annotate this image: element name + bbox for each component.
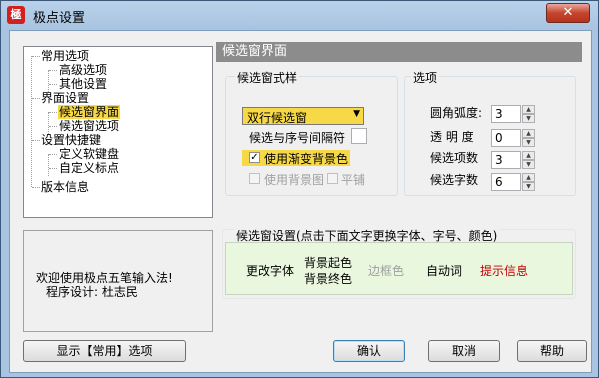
opacity-label: 透 明 度 [430, 130, 474, 144]
candcount-value[interactable]: 3 [491, 151, 521, 169]
tree-connector [31, 56, 32, 187]
tree-connector [49, 154, 57, 155]
help-button[interactable]: 帮助 [517, 340, 587, 362]
separator-input[interactable] [351, 128, 367, 144]
tree-item-common[interactable]: 常用选项 [41, 49, 89, 63]
spin-down-icon[interactable]: ▼ [522, 160, 535, 169]
tree-connector [32, 98, 40, 99]
border-color-link[interactable]: 边框色 [368, 262, 404, 279]
tree-connector [48, 70, 49, 92]
separator-label: 候选与序号间隔符 [249, 131, 346, 145]
bg-start-link[interactable]: 背景起色 [304, 254, 352, 271]
cancel-button[interactable]: 取消 [428, 340, 500, 362]
charcount-value[interactable]: 6 [491, 173, 521, 191]
settings-tree: 常用选项 高级选项 其他设置 界面设置 候选窗界面 候选窗选项 设置快捷键 定义… [23, 46, 213, 218]
spinner-buttons[interactable]: ▲ ▼ [522, 173, 535, 191]
spin-up-icon[interactable]: ▲ [522, 173, 535, 182]
title-bar[interactable]: 極 极点设置 ✕ [1, 1, 598, 29]
corner-label: 圆角弧度: [430, 106, 483, 120]
tree-connector [48, 112, 49, 134]
spinner-buttons[interactable]: ▲ ▼ [522, 129, 535, 147]
tree-item-softkeyboard[interactable]: 定义软键盘 [59, 147, 119, 161]
settings-window: 極 极点设置 ✕ 常用选项 高级选项 其他设置 界面设置 候选窗界面 候选窗选项… [0, 0, 599, 378]
bgimage-checkbox[interactable] [249, 173, 260, 184]
tree-item-candidate-window[interactable]: 候选窗界面 [58, 105, 121, 119]
style-group-label: 候选窗式样 [235, 69, 300, 86]
tree-connector [32, 187, 40, 188]
spin-down-icon[interactable]: ▼ [522, 138, 535, 147]
dialog-client: 常用选项 高级选项 其他设置 界面设置 候选窗界面 候选窗选项 设置快捷键 定义… [9, 30, 592, 373]
close-button[interactable]: ✕ [546, 3, 590, 23]
tree-item-candidate-options[interactable]: 候选窗选项 [59, 119, 119, 133]
gradient-checkbox[interactable]: ✓ [249, 152, 260, 163]
change-font-link[interactable]: 更改字体 [246, 262, 294, 279]
options-group-label: 选项 [411, 69, 440, 86]
author-text: 程序设计: 杜志民 [46, 285, 138, 299]
spin-down-icon[interactable]: ▼ [522, 182, 535, 191]
spinner-buttons[interactable]: ▲ ▼ [522, 105, 535, 123]
candcount-label: 候选项数 [430, 151, 479, 165]
show-common-button[interactable]: 显示【常用】选项 [23, 340, 186, 362]
tree-connector [49, 126, 57, 127]
tree-connector [49, 112, 57, 113]
charcount-spinner[interactable]: 6 ▲ ▼ [491, 173, 535, 191]
bg-end-link[interactable]: 背景终色 [304, 270, 352, 287]
welcome-box: 欢迎使用极点五笔输入法! 程序设计: 杜志民 [23, 230, 213, 332]
tree-connector [32, 140, 40, 141]
app-logo-icon: 極 [7, 6, 25, 24]
gradient-label: 使用渐变背景色 [264, 152, 349, 166]
panel-title: 候选窗界面 [216, 42, 582, 62]
bgimage-label: 使用背景图 [264, 173, 325, 187]
tree-item-version[interactable]: 版本信息 [41, 180, 89, 194]
tile-checkbox[interactable] [327, 173, 338, 184]
tree-item-interface[interactable]: 界面设置 [41, 91, 89, 105]
tree-item-punctuation[interactable]: 自定义标点 [59, 161, 119, 175]
spin-up-icon[interactable]: ▲ [522, 151, 535, 160]
spin-up-icon[interactable]: ▲ [522, 105, 535, 114]
opacity-spinner[interactable]: 0 ▲ ▼ [491, 129, 535, 147]
candcount-spinner[interactable]: 3 ▲ ▼ [491, 151, 535, 169]
spin-up-icon[interactable]: ▲ [522, 129, 535, 138]
tree-connector [48, 154, 49, 176]
candidate-style-value: 双行候选窗 [247, 111, 308, 125]
tree-connector [49, 168, 57, 169]
tree-connector [49, 70, 57, 71]
tree-connector [32, 56, 40, 57]
tree-connector [49, 84, 57, 85]
tree-item-other[interactable]: 其他设置 [59, 77, 107, 91]
auto-word-link[interactable]: 自动词 [426, 262, 462, 279]
charcount-label: 候选字数 [430, 173, 479, 187]
window-title: 极点设置 [33, 11, 86, 26]
ok-button[interactable]: 确认 [333, 340, 405, 362]
tree-item-advanced[interactable]: 高级选项 [59, 63, 107, 77]
dropdown-arrow-icon: ▼ [353, 109, 360, 119]
corner-value[interactable]: 3 [491, 105, 521, 123]
hint-info-link[interactable]: 提示信息 [480, 262, 528, 279]
tree-item-hotkeys[interactable]: 设置快捷键 [41, 133, 101, 147]
opacity-value[interactable]: 0 [491, 129, 521, 147]
corner-spinner[interactable]: 3 ▲ ▼ [491, 105, 535, 123]
spin-down-icon[interactable]: ▼ [522, 114, 535, 123]
candidate-style-select[interactable]: 双行候选窗 ▼ [242, 107, 364, 125]
spinner-buttons[interactable]: ▲ ▼ [522, 151, 535, 169]
tile-label: 平铺 [341, 173, 366, 187]
preview-area: 更改字体 背景起色 背景终色 边框色 自动词 提示信息 [225, 242, 573, 295]
